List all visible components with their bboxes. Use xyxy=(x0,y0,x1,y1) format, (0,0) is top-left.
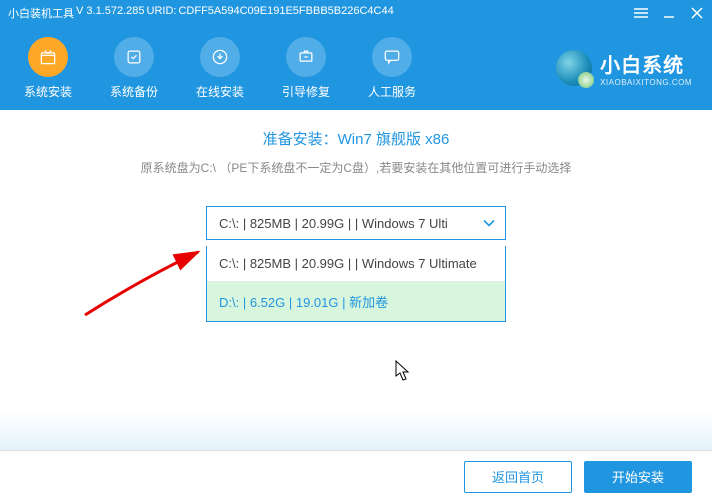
urid-label: URID: xyxy=(147,5,177,21)
repair-icon xyxy=(286,37,326,77)
drive-select-value: C:\: | 825MB | 20.99G | | Windows 7 Ulti xyxy=(219,216,448,231)
nav-online-install[interactable]: 在线安装 xyxy=(192,37,248,100)
footer: 返回首页 开始安装 xyxy=(0,450,712,502)
nav-boot-repair[interactable]: 引导修复 xyxy=(278,37,334,100)
chevron-down-icon xyxy=(483,216,495,231)
nav-label: 在线安装 xyxy=(196,83,244,100)
install-note: 原系统盘为C:\ （PE下系统盘不一定为C盘）,若要安装在其他位置可进行手动选择 xyxy=(40,159,672,176)
titlebar: 小白装机工具 V 3.1.572.285 URID: CDFF5A594C09E… xyxy=(0,0,712,26)
drive-select[interactable]: C:\: | 825MB | 20.99G | | Windows 7 Ulti xyxy=(206,206,506,240)
nav-label: 系统安装 xyxy=(24,83,72,100)
drive-dropdown: C:\: | 825MB | 20.99G | | Windows 7 Ulti… xyxy=(206,246,506,322)
urid-value: CDFF5A594C09E191E5FBBB5B226C4C44 xyxy=(178,5,393,21)
nav-label: 人工服务 xyxy=(368,83,416,100)
install-title: 准备安装：Win7 旗舰版 x86 xyxy=(40,128,672,149)
minimize-button[interactable] xyxy=(662,6,676,20)
cursor-icon xyxy=(395,360,411,382)
menu-button[interactable] xyxy=(634,6,648,20)
header: 系统安装 系统备份 在线安装 引导修复 人工服务 xyxy=(0,26,712,110)
chat-icon xyxy=(372,37,412,77)
download-icon xyxy=(200,37,240,77)
brand-title: 小白系统 xyxy=(600,49,692,78)
brand: 小白系统 XIAOBAIXITONG.COM xyxy=(556,49,692,87)
box-install-icon xyxy=(28,37,68,77)
app-name: 小白装机工具 xyxy=(8,5,74,21)
nav-system-backup[interactable]: 系统备份 xyxy=(106,37,162,100)
brand-subtitle: XIAOBAIXITONG.COM xyxy=(600,78,692,87)
back-button[interactable]: 返回首页 xyxy=(464,461,572,493)
main-content: 准备安装：Win7 旗舰版 x86 原系统盘为C:\ （PE下系统盘不一定为C盘… xyxy=(0,110,712,450)
start-install-button[interactable]: 开始安装 xyxy=(584,461,692,493)
backup-icon xyxy=(114,37,154,77)
nav-label: 系统备份 xyxy=(110,83,158,100)
drive-option-d[interactable]: D:\: | 6.52G | 19.01G | 新加卷 xyxy=(207,282,505,321)
nav-system-install[interactable]: 系统安装 xyxy=(20,37,76,100)
nav-support[interactable]: 人工服务 xyxy=(364,37,420,100)
drive-option-c[interactable]: C:\: | 825MB | 20.99G | | Windows 7 Ulti… xyxy=(207,246,505,282)
close-button[interactable] xyxy=(690,6,704,20)
arrow-annotation-icon xyxy=(80,240,210,320)
brand-logo-icon xyxy=(556,50,592,86)
app-version: V 3.1.572.285 xyxy=(76,5,145,21)
nav-label: 引导修复 xyxy=(282,83,330,100)
